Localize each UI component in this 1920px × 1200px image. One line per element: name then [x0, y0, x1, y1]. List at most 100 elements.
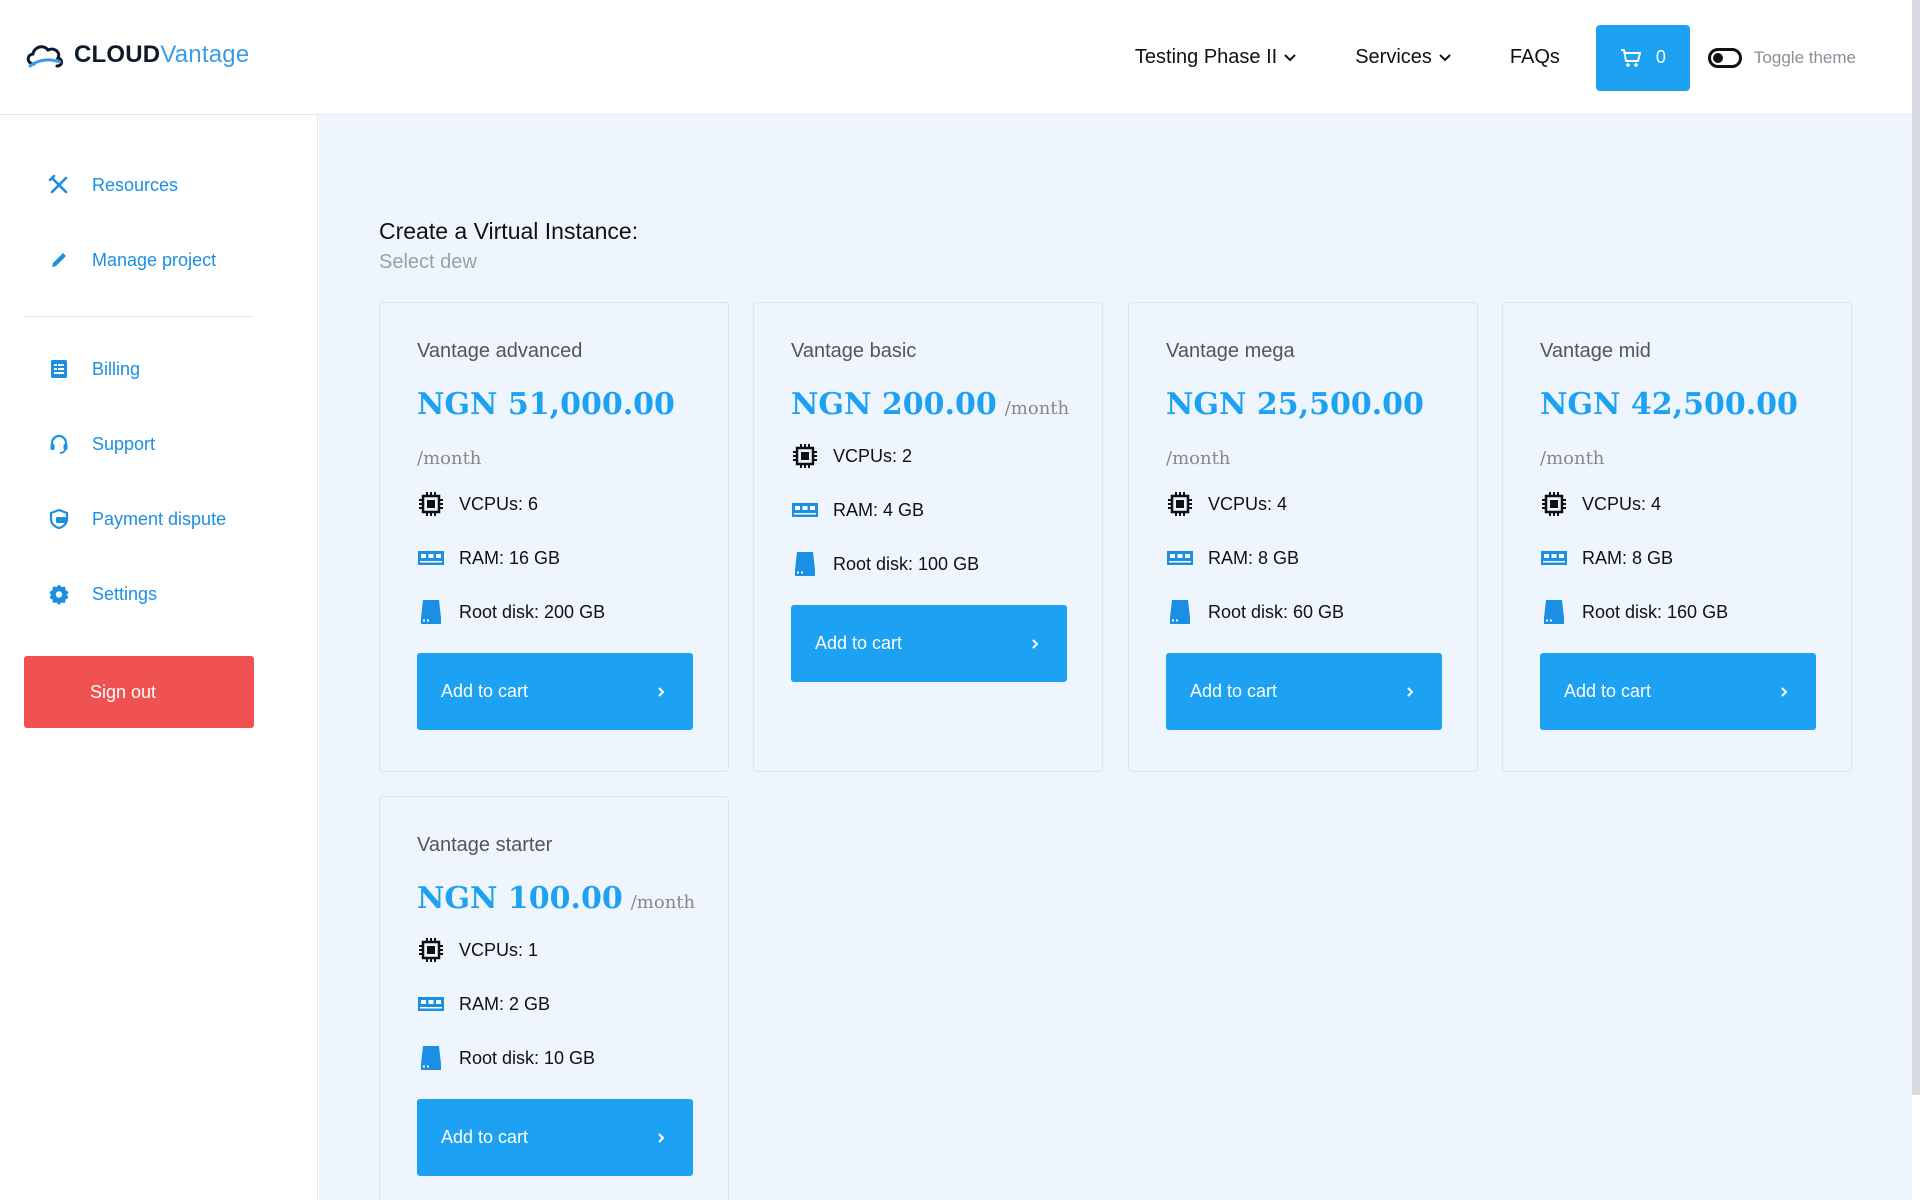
spec-ram: RAM: 16 GB [417, 544, 560, 572]
sidebar-item-label: Manage project [92, 249, 217, 270]
spec-ram-text: RAM: 8 GB [1208, 547, 1300, 568]
spec-ram: RAM: 8 GB [1540, 544, 1673, 572]
cart-count: 0 [1655, 47, 1666, 67]
sidebar-item-label: Resources [92, 174, 179, 195]
sidebar-item-label: Payment dispute [92, 508, 227, 529]
tools-icon [48, 174, 68, 194]
cloud-logo-icon [26, 45, 64, 68]
logo[interactable]: CLOUD Vantage [24, 40, 249, 70]
ram-icon [792, 503, 818, 517]
nav-faqs-link[interactable]: FAQs [1510, 46, 1560, 69]
cpu-icon [793, 444, 817, 468]
spec-ram-text: RAM: 4 GB [833, 499, 925, 520]
plan-card-starter: Vantage starter NGN 100.00/month VCPUs: … [379, 796, 729, 1200]
add-to-cart-button[interactable]: Add to cart [1166, 653, 1442, 730]
sidebar-item-support[interactable]: Support [48, 433, 155, 455]
spec-ram-text: RAM: 16 GB [459, 547, 561, 568]
chevron-right-icon [658, 686, 665, 697]
per-month-label: /month [1004, 398, 1070, 419]
pencil-icon [52, 253, 66, 267]
toggle-switch-icon [1707, 47, 1742, 68]
ram-icon [1541, 551, 1567, 565]
plan-price-row: NGN 200.00/month [791, 387, 1069, 422]
add-to-cart-button[interactable]: Add to cart [791, 605, 1067, 682]
add-to-cart-button[interactable]: Add to cart [417, 1099, 693, 1176]
gear-icon [49, 584, 69, 605]
plan-price: NGN 100.00 [417, 881, 623, 916]
spec-disk: Root disk: 10 GB [417, 1044, 595, 1072]
logo-text-cloud: CLOUD [74, 41, 161, 68]
nav-testing-phase-label: Testing Phase II [1134, 46, 1278, 68]
spec-vcpus: VCPUs: 2 [791, 442, 912, 470]
billing-icon [51, 360, 67, 378]
headset-icon [50, 434, 68, 454]
plan-card-mega: Vantage mega NGN 25,500.00 /month VCPUs:… [1128, 302, 1478, 772]
add-to-cart-label: Add to cart [815, 633, 903, 653]
add-to-cart-label: Add to cart [1190, 681, 1278, 701]
theme-toggle[interactable]: Toggle theme [1707, 47, 1856, 68]
sidebar: Resources Manage project Billing Support [0, 115, 318, 1200]
plan-price: NGN 25,500.00 [1166, 387, 1424, 422]
spec-vcpus: VCPUs: 6 [417, 490, 538, 518]
spec-disk-text: Root disk: 200 GB [459, 601, 606, 622]
spec-vcpus: VCPUs: 4 [1540, 490, 1661, 518]
disk-icon [1170, 600, 1190, 624]
page-title: Create a Virtual Instance: [379, 218, 639, 244]
spec-ram: RAM: 4 GB [791, 496, 924, 524]
chevron-right-icon [1407, 686, 1414, 697]
spec-disk: Root disk: 160 GB [1540, 598, 1728, 626]
nav-testing-phase-dropdown[interactable]: Testing Phase II [1135, 46, 1297, 69]
add-to-cart-button[interactable]: Add to cart [1540, 653, 1816, 730]
sign-out-button[interactable]: Sign out [24, 656, 254, 728]
nav-services-dropdown[interactable]: Services [1355, 46, 1452, 69]
spec-disk-text: Root disk: 100 GB [833, 553, 980, 574]
plan-card-basic: Vantage basic NGN 200.00/month VCPUs: 2 … [753, 302, 1103, 772]
sidebar-item-label: Support [92, 433, 156, 454]
spec-disk-text: Root disk: 10 GB [459, 1047, 596, 1068]
nav-faqs-label: FAQs [1509, 46, 1560, 68]
spec-disk-text: Root disk: 60 GB [1208, 601, 1345, 622]
plan-card-advanced: Vantage advanced NGN 51,000.00 /month VC… [379, 302, 729, 772]
spec-vcpus: VCPUs: 4 [1166, 490, 1287, 518]
per-month-label: /month [1166, 448, 1231, 469]
plan-price: NGN 51,000.00 [417, 387, 675, 422]
cpu-icon [1542, 492, 1566, 516]
add-to-cart-label: Add to cart [441, 681, 529, 701]
plan-price: NGN 42,500.00 [1540, 387, 1798, 422]
sidebar-item-settings[interactable]: Settings [48, 583, 157, 605]
per-month-label: /month [417, 448, 482, 469]
spec-ram-text: RAM: 8 GB [1582, 547, 1674, 568]
spec-ram-text: RAM: 2 GB [459, 993, 551, 1014]
sidebar-item-billing[interactable]: Billing [48, 358, 140, 380]
cart-button[interactable]: 0 [1595, 24, 1690, 91]
sidebar-item-label: Billing [92, 358, 141, 379]
top-header: CLOUD Vantage Testing Phase II Services F… [0, 0, 1920, 115]
cpu-icon [1168, 492, 1192, 516]
sidebar-item-payment-dispute[interactable]: Payment dispute [48, 508, 226, 530]
spec-vcpus-text: VCPUs: 1 [459, 939, 539, 960]
top-nav: Testing Phase II Services FAQs 0 Toggle … [1135, 0, 1856, 115]
logo-text-vantage: Vantage [160, 41, 250, 68]
ram-icon [418, 551, 444, 565]
spec-vcpus-text: VCPUs: 4 [1208, 493, 1288, 514]
sidebar-divider [24, 316, 254, 317]
main-content: Create a Virtual Instance: Select dew Va… [319, 115, 1912, 1200]
shield-card-icon [49, 508, 69, 530]
chevron-right-icon [1032, 638, 1039, 649]
per-month-label: /month [630, 892, 696, 913]
spec-ram: RAM: 8 GB [1166, 544, 1299, 572]
sidebar-item-manage-project[interactable]: Manage project [48, 249, 216, 271]
plan-name: Vantage mid [1540, 340, 1651, 362]
spec-vcpus-text: VCPUs: 6 [459, 493, 539, 514]
add-to-cart-button[interactable]: Add to cart [417, 653, 693, 730]
sidebar-item-resources[interactable]: Resources [48, 174, 178, 196]
add-to-cart-label: Add to cart [441, 1127, 529, 1147]
disk-icon [421, 600, 441, 624]
page-subtitle: Select dew [379, 251, 477, 273]
disk-icon [1544, 600, 1564, 624]
ram-icon [418, 997, 444, 1011]
toggle-theme-label: Toggle theme [1753, 47, 1856, 67]
page-scrollbar[interactable] [1912, 0, 1920, 1095]
plan-name: Vantage advanced [417, 340, 583, 362]
spec-disk: Root disk: 200 GB [417, 598, 605, 626]
